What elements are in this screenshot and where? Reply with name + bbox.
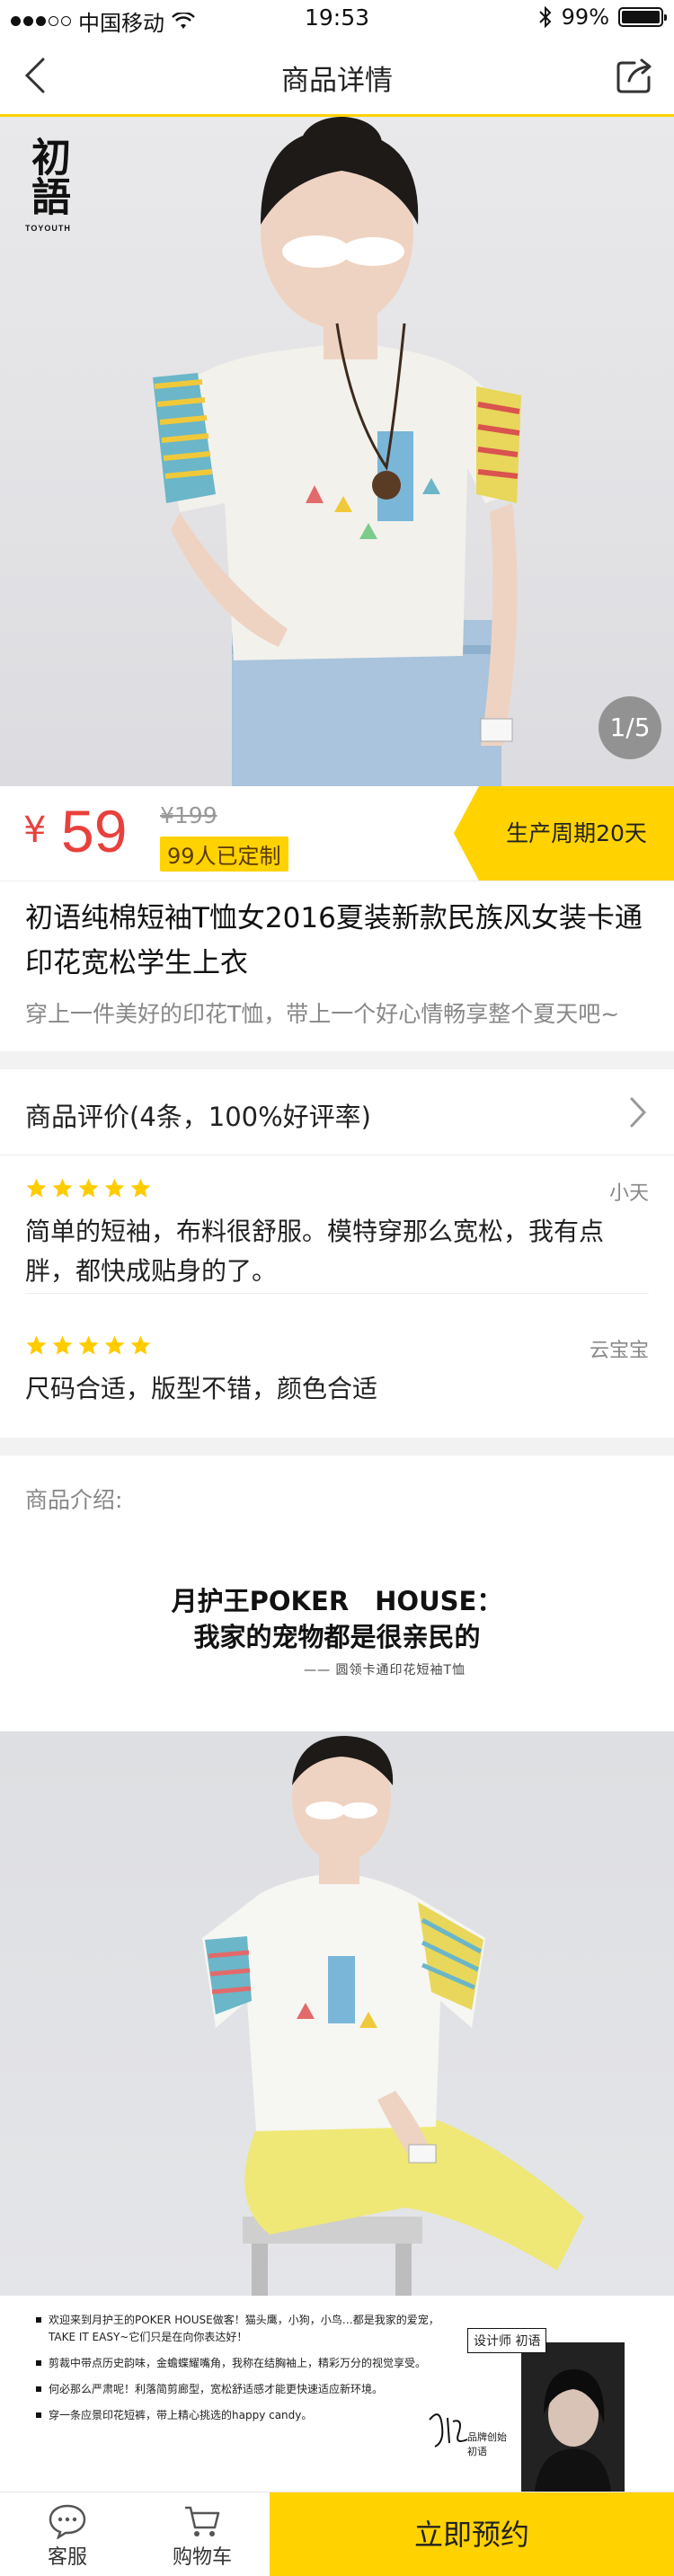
status-right: 99%: [538, 4, 667, 30]
chat-bubble-icon: [49, 2504, 86, 2539]
reviews-summary: 商品评价(4条，100%好评率): [25, 1102, 371, 1132]
star-rating: [25, 1334, 649, 1357]
product-title: 初语纯棉短袖T恤女2016夏装新款民族风女装卡通印花宽松学生上衣: [25, 902, 643, 979]
reviews-section: 商品评价(4条，100%好评率) 小天 简单的短袖，布料很舒服。模特穿那么宽松，…: [0, 1069, 674, 1438]
star-icon: [104, 1178, 125, 1198]
reserve-now-button[interactable]: 立即预约: [270, 2492, 674, 2576]
star-icon: [130, 1178, 151, 1198]
product-title-block: 初语纯棉短袖T恤女2016夏装新款民族风女装卡通印花宽松学生上衣 穿上一件美好的…: [0, 881, 674, 1051]
designer-photo: [521, 2342, 625, 2492]
model-photo-2: [202, 1736, 584, 2296]
star-icon: [52, 1335, 73, 1355]
story-item: 何必那么严肃呢！利落简剪廊型，宽松舒适感才能更快速适应新环境。: [36, 2381, 449, 2398]
page-indicator: 1/5: [599, 696, 661, 759]
story-item: 剪裁中带点历史韵味，金蟾蝶耀嘴角，我称在结胸袖上，精彩万分的视觉享受。: [36, 2355, 449, 2372]
review-text: 尺码合适，版型不错，颜色合适: [25, 1374, 378, 1403]
customer-service-button[interactable]: 客服: [0, 2492, 135, 2576]
battery-percent: 99%: [561, 4, 609, 30]
intro-caption: —— 圆领卡通印花短袖T恤: [304, 1663, 466, 1677]
nav-bar: 商品详情: [0, 36, 674, 117]
review-text: 简单的短袖，布料很舒服。模特穿那么宽松，我有点胖，都快成贴身的了。: [25, 1217, 605, 1286]
review-item: 云宝宝 尺码合适，版型不错，颜色合适: [25, 1334, 649, 1424]
bullet-icon: [36, 2360, 41, 2366]
bullet-icon: [36, 2386, 41, 2392]
battery-fill: [622, 11, 660, 23]
production-cycle-tag: 生产周期20天: [454, 786, 674, 881]
brand-logo-subtext: TOYOUTH: [25, 224, 71, 233]
bottom-action-bar: 客服 购物车 立即预约: [0, 2492, 674, 2576]
intro-label: 商品介绍:: [25, 1487, 123, 1513]
brand-story: 欢迎来到月护王的POKER HOUSE做客！猫头鹰，小狗，小鸟…都是我家的爱宠，…: [0, 2296, 674, 2492]
customer-service-label: 客服: [47, 2546, 87, 2569]
currency-symbol: ¥: [23, 810, 47, 851]
story-item: 穿一条应景印花短裤，带上精心挑选的happy candy。: [36, 2407, 449, 2424]
reviewer-name: 小天: [608, 1182, 649, 1205]
story-list: 欢迎来到月护王的POKER HOUSE做客！猫头鹰，小狗，小鸟…都是我家的爱宠，…: [36, 2312, 449, 2433]
cart-label: 购物车: [172, 2546, 232, 2569]
designer-label: 设计师 初语: [467, 2328, 547, 2353]
product-image-carousel[interactable]: 初語 TOYOUTH 1/5: [0, 117, 674, 786]
cart-icon: [185, 2506, 220, 2536]
cart-button[interactable]: 购物车: [135, 2492, 270, 2576]
bullet-icon: [36, 2412, 41, 2418]
product-subtitle: 穿上一件美好的印花T恤，带上一个好心情畅享整个夏天吧~: [25, 1001, 620, 1027]
star-icon: [52, 1178, 73, 1198]
star-icon: [130, 1335, 151, 1355]
product-detail-photo: [0, 1731, 674, 2296]
reviews-header[interactable]: 商品评价(4条，100%好评率): [0, 1069, 674, 1155]
custom-count-badge: 99人已定制: [160, 837, 288, 872]
price-row: ¥ 59 ¥199 99人已定制 生产周期20天: [0, 786, 674, 881]
model-photo: [153, 117, 521, 786]
page-title: 商品详情: [281, 65, 393, 97]
brand-logo: 初語 TOYOUTH: [24, 137, 71, 234]
current-price: 59: [61, 798, 128, 864]
reviewer-name: 云宝宝: [589, 1340, 649, 1362]
intro-heading-line2: 我家的宠物都是很亲民的: [193, 1622, 481, 1652]
intro-heading: 月护王POKER HOUSE： 我家的宠物都是很亲民的: [0, 1583, 674, 1655]
bluetooth-icon: [538, 6, 552, 28]
star-rating: [25, 1177, 649, 1199]
original-price: ¥199: [160, 802, 217, 828]
chevron-right-icon: [630, 1097, 647, 1128]
intro-heading-line1: 月护王POKER HOUSE：: [171, 1586, 503, 1616]
star-icon: [26, 1178, 47, 1198]
status-bar: 中国移动 19:53 99%: [0, 0, 674, 36]
brand-logo-text: 初語: [24, 137, 70, 216]
product-intro: 商品介绍: 月护王POKER HOUSE： 我家的宠物都是很亲民的 —— 圆领卡…: [0, 1456, 674, 1731]
star-icon: [78, 1178, 99, 1198]
review-item: 小天 简单的短袖，布料很舒服。模特穿那么宽松，我有点胖，都快成贴身的了。: [25, 1177, 649, 1294]
star-icon: [104, 1335, 125, 1355]
bullet-icon: [36, 2317, 41, 2323]
star-icon: [78, 1335, 99, 1355]
share-icon[interactable]: [615, 56, 654, 95]
battery-icon: [618, 7, 667, 27]
star-icon: [26, 1335, 47, 1355]
signature-caption: 品牌创始 初语: [467, 2431, 507, 2457]
story-item: 欢迎来到月护王的POKER HOUSE做客！猫头鹰，小狗，小鸟…都是我家的爱宠，…: [36, 2312, 449, 2346]
